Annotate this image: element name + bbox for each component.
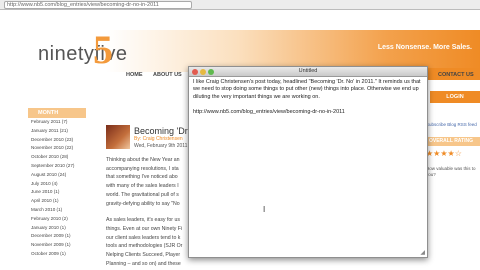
post-line: that something I've noticed abo	[106, 174, 178, 181]
archive-list: February 2011 (7) January 2011 (21) Decemb…	[28, 118, 86, 259]
rating-heading: OVERALL RATING	[426, 137, 480, 146]
post-line: Thinking about the New Year an	[106, 157, 180, 163]
archive-item-label: March 2010 (1)	[31, 206, 63, 212]
post-line: world. The gravitational pull of s	[106, 191, 179, 198]
tagline: Less Nonsense. More Sales.	[377, 44, 472, 51]
archive-item-label: November 2010 (22)	[31, 145, 74, 151]
text-editor-window[interactable]: Untitled I like Craig Christensen's post…	[188, 66, 428, 258]
browser-address-bar: http://www.nb5.com/blog_entries/view/bec…	[0, 0, 480, 10]
post-body: Thinking about the New Year an accompany…	[106, 156, 192, 268]
right-column: Subscribe Blog RSS feed OVERALL RATING ★…	[426, 122, 480, 178]
post-line: things. Even at our own Ninety Fi	[106, 225, 183, 232]
url-field[interactable]: http://www.nb5.com/blog_entries/view/bec…	[4, 1, 192, 9]
site-logo-numeral: 5	[93, 27, 113, 72]
post-line: gravity-defying ability to say "No	[106, 200, 180, 207]
archive-item-label: September 2010 (27)	[31, 162, 75, 168]
archive-item-label: June 2010 (1)	[31, 189, 60, 195]
archive-item-label: November 2009 (1)	[31, 242, 71, 248]
post-line: with many of the sales leaders I	[106, 183, 179, 190]
nav-contact[interactable]: CONTACT US	[438, 72, 474, 78]
subscribe-link[interactable]: Subscribe Blog RSS feed	[426, 122, 480, 127]
post-line: our client sales leaders tend to k	[106, 234, 181, 241]
nav-home[interactable]: HOME	[126, 72, 143, 78]
archive-item[interactable]: March 2010 (1)	[28, 206, 86, 215]
window-titlebar[interactable]: Untitled	[189, 67, 427, 77]
post-thumbnail	[106, 125, 130, 149]
post-line: accompanying resolutions, I sta	[106, 165, 179, 172]
rating-stars-icon[interactable]: ★★★★☆	[426, 149, 480, 158]
archive-item[interactable]: February 2011 (7)	[28, 118, 86, 127]
site-logo[interactable]: ninetyfive	[38, 43, 128, 66]
post-line: Planning – and so on) and these	[106, 260, 181, 267]
post-author[interactable]: By: Craig Christensen	[134, 136, 183, 142]
archive-item[interactable]: August 2010 (24)	[28, 171, 86, 180]
archive-item-label: April 2010 (1)	[31, 198, 59, 204]
archive-heading: MONTH	[28, 108, 86, 118]
post-line: Nelping Clients Succeed, Player	[106, 252, 181, 259]
archive-item[interactable]: December 2010 (23)	[28, 136, 86, 145]
archive-sidebar: MONTH February 2011 (7) January 2011 (21)…	[28, 108, 86, 259]
archive-item-label: February 2011 (7)	[31, 119, 68, 124]
archive-item-label: December 2009 (1)	[31, 233, 71, 239]
text-cursor-icon: I	[263, 205, 266, 214]
post-title[interactable]: Becoming 'Dr	[134, 126, 188, 136]
post-date: Wed, February 9th 2011	[134, 143, 188, 149]
archive-item-label: July 2010 (4)	[31, 180, 58, 186]
archive-item-label: August 2010 (24)	[31, 171, 67, 177]
archive-item[interactable]: November 2009 (1)	[28, 241, 86, 250]
post-line: tools and methodologies (SJR Or	[106, 243, 183, 250]
archive-item[interactable]: October 2009 (1)	[28, 250, 86, 259]
archive-item-label: December 2010 (23)	[31, 136, 74, 142]
archive-item-label: February 2010 (2)	[31, 215, 68, 221]
archive-item-label: January 2010 (1)	[31, 224, 66, 230]
editor-paragraph: I like Craig Christensen's post today, h…	[193, 79, 421, 100]
archive-item-label: October 2009 (1)	[31, 250, 66, 256]
resize-handle-icon[interactable]: ◢	[420, 249, 425, 256]
archive-item-label: January 2011 (21)	[31, 127, 68, 133]
login-button[interactable]: LOGIN	[430, 91, 480, 103]
archive-item[interactable]: September 2010 (27)	[28, 162, 86, 171]
editor-text-area[interactable]: I like Craig Christensen's post today, h…	[189, 77, 427, 125]
archive-item[interactable]: November 2010 (22)	[28, 144, 86, 153]
archive-item[interactable]: January 2010 (1)	[28, 224, 86, 233]
editor-link: http://www.nb5.com/blog_entries/view/bec…	[193, 108, 345, 115]
window-title: Untitled	[298, 68, 318, 74]
rating-question: How valuable was this to you?	[426, 166, 476, 177]
archive-item[interactable]: December 2009 (1)	[28, 232, 86, 241]
archive-item[interactable]: October 2010 (28)	[28, 153, 86, 162]
archive-item[interactable]: June 2010 (1)	[28, 188, 86, 197]
archive-item[interactable]: February 2010 (2)	[28, 215, 86, 224]
archive-item-label: October 2010 (28)	[31, 154, 69, 160]
archive-item[interactable]: April 2010 (1)	[28, 197, 86, 206]
nav-about[interactable]: ABOUT US	[153, 72, 182, 78]
post-line: As sales leaders, it's easy for us	[106, 217, 180, 224]
screen: http://www.nb5.com/blog_entries/view/bec…	[0, 0, 480, 270]
archive-item[interactable]: January 2011 (21)	[28, 127, 86, 136]
archive-item[interactable]: July 2010 (4)	[28, 180, 86, 189]
